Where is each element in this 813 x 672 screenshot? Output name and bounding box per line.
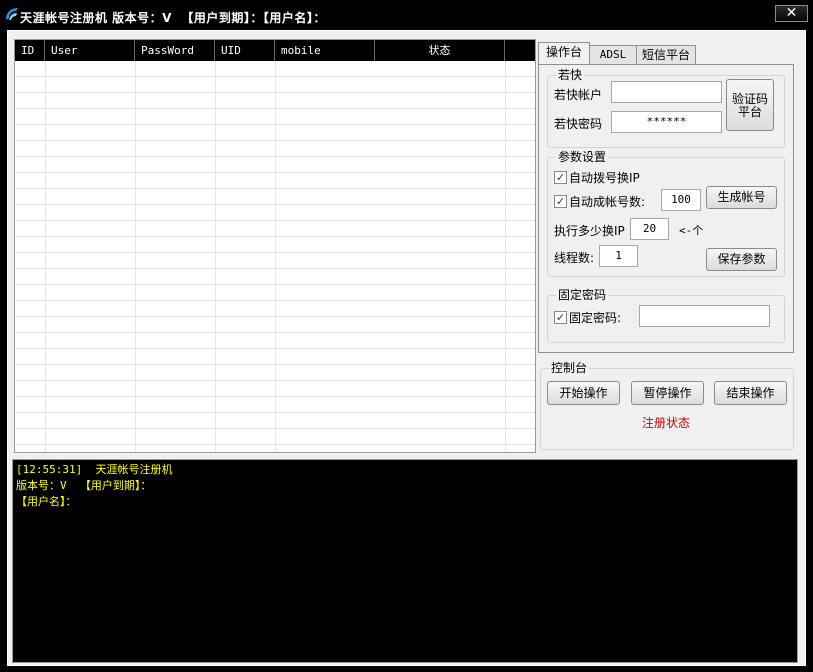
params-group-title: 参数设置: [556, 150, 609, 164]
captcha-platform-button[interactable]: 验证码平台: [726, 79, 774, 131]
end-button[interactable]: 结束操作: [714, 381, 787, 405]
console-group: 控制台 开始操作 暂停操作 结束操作 注册状态: [540, 361, 794, 450]
ruokuai-account-input[interactable]: [611, 81, 722, 103]
log-line: [12:55:31] 天涯帐号注册机: [16, 463, 173, 476]
app-window: 天涯帐号注册机 版本号：V 【用户到期】：【用户名】： ✕ ID User Pa…: [0, 0, 813, 672]
auto-generate-label: 自动成帐号数:: [569, 195, 646, 209]
auto-generate-checkbox[interactable]: ✓: [554, 195, 567, 208]
auto-generate-count-input[interactable]: 100: [661, 189, 701, 211]
table-header: ID User PassWord UID mobile 状态: [15, 40, 535, 61]
table-body[interactable]: [15, 61, 535, 452]
operations-panel: 若快 若快帐户 若快密码 ****** 验证码平台 参数设置 ✓ 自动拨号换IP…: [538, 64, 794, 353]
account-table[interactable]: ID User PassWord UID mobile 状态: [14, 39, 536, 453]
ruokuai-group: 若快 若快帐户 若快密码 ****** 验证码平台: [547, 68, 785, 148]
ruokuai-password-label: 若快密码: [554, 117, 603, 131]
fixed-password-group: 固定密码 ✓ 固定密码:: [547, 288, 785, 343]
column-header-uid[interactable]: UID: [215, 40, 275, 61]
threads-input[interactable]: 1: [599, 245, 638, 267]
close-button[interactable]: ✕: [775, 5, 808, 22]
column-header-mobile[interactable]: mobile: [275, 40, 375, 61]
column-header-status[interactable]: 状态: [375, 40, 505, 61]
auto-dial-checkbox[interactable]: ✓: [554, 171, 567, 184]
console-group-title: 控制台: [549, 361, 590, 375]
main-content: ID User PassWord UID mobile 状态 操作台 ADSL …: [7, 30, 806, 666]
threads-label: 线程数:: [554, 251, 595, 265]
start-button[interactable]: 开始操作: [547, 381, 620, 405]
column-header-user[interactable]: User: [45, 40, 135, 61]
fixed-password-checkbox[interactable]: ✓: [554, 311, 567, 324]
log-line: 版本号：V 【用户到期】：: [16, 479, 152, 492]
switch-ip-label: 执行多少换IP: [554, 224, 625, 238]
title-bar[interactable]: 天涯帐号注册机 版本号：V 【用户到期】：【用户名】： ✕: [0, 0, 813, 30]
fixed-password-group-title: 固定密码: [556, 288, 609, 302]
column-header-id[interactable]: ID: [15, 40, 45, 61]
ruokuai-password-input[interactable]: ******: [611, 111, 722, 133]
app-logo-icon: [6, 8, 18, 20]
tab-operations[interactable]: 操作台: [538, 42, 590, 64]
ruokuai-group-title: 若快: [556, 68, 585, 82]
tab-sms-platform[interactable]: 短信平台: [636, 45, 696, 64]
generate-accounts-button[interactable]: 生成帐号: [706, 186, 777, 209]
switch-ip-count-input[interactable]: 20: [630, 218, 669, 240]
column-header-password[interactable]: PassWord: [135, 40, 215, 61]
switch-ip-unit-label: <-个: [679, 224, 704, 237]
tab-adsl[interactable]: ADSL: [589, 45, 637, 64]
log-output[interactable]: [12:55:31] 天涯帐号注册机 版本号：V 【用户到期】： 【用户名】：: [12, 459, 798, 663]
fixed-password-label: 固定密码:: [569, 311, 622, 325]
pause-button[interactable]: 暂停操作: [631, 381, 704, 405]
auto-dial-label: 自动拨号换IP: [569, 171, 640, 185]
params-group: 参数设置 ✓ 自动拨号换IP ✓ 自动成帐号数: 100 生成帐号 执行多少换I…: [547, 150, 785, 277]
registration-status: 注册状态: [642, 416, 691, 430]
fixed-password-input[interactable]: [639, 305, 770, 327]
save-params-button[interactable]: 保存参数: [706, 248, 777, 271]
window-title: 天涯帐号注册机 版本号：V 【用户到期】：【用户名】：: [20, 11, 326, 25]
log-line: 【用户名】：: [16, 495, 77, 508]
ruokuai-account-label: 若快帐户: [554, 88, 603, 102]
